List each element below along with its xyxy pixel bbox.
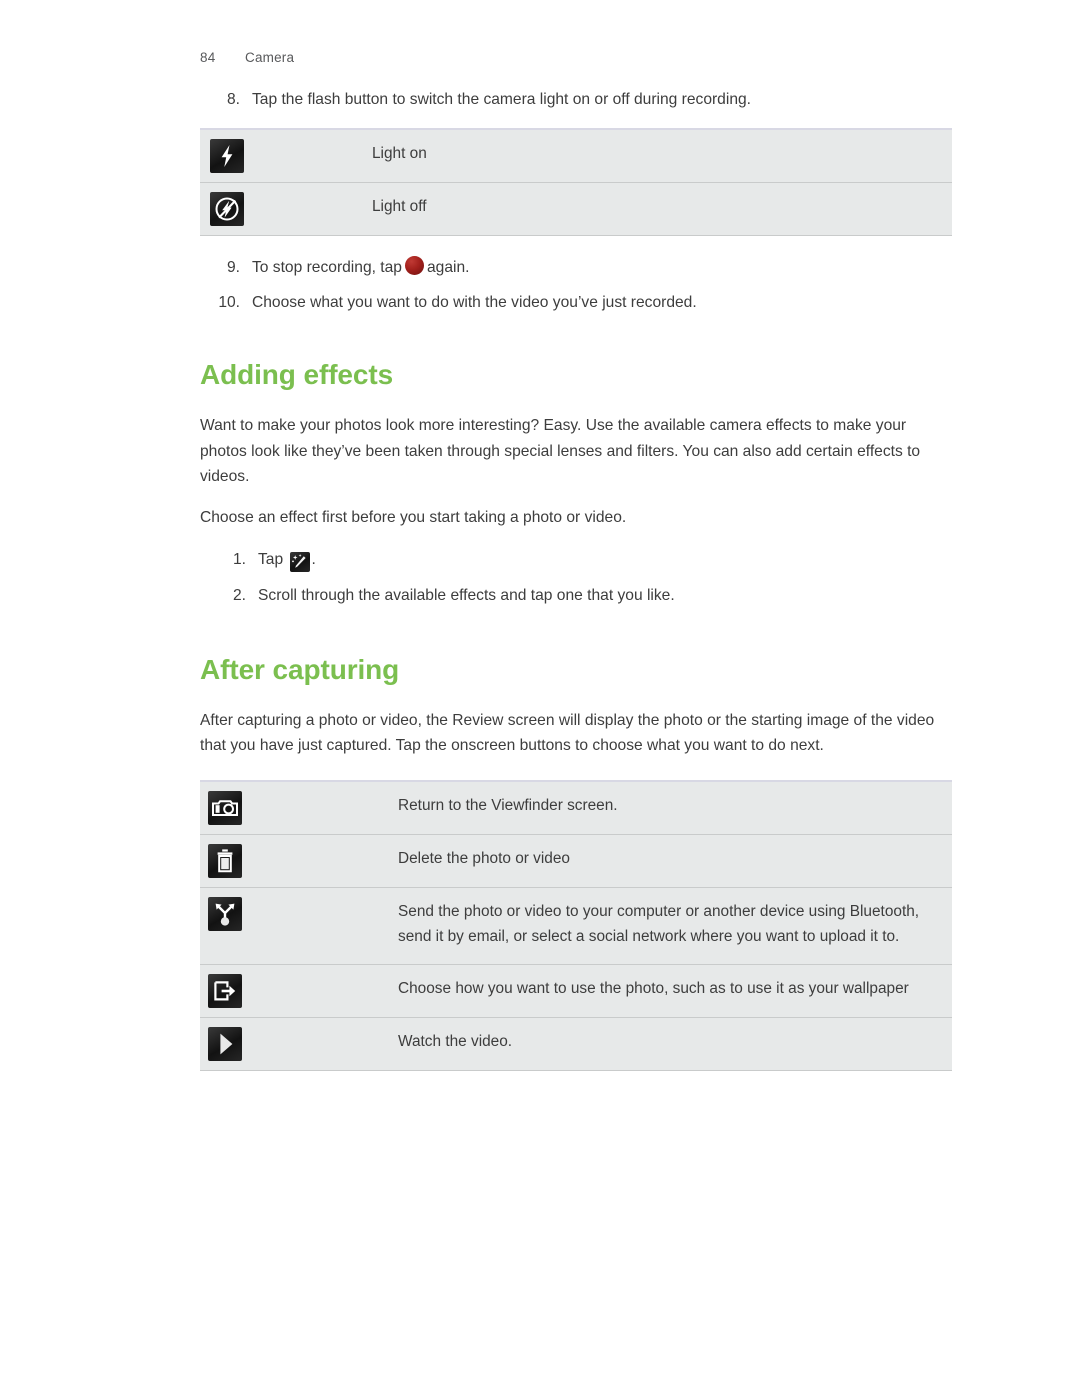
after-capturing-table: Return to the Viewfinder screen. Delete …: [200, 780, 952, 1071]
step-number: 9.: [226, 259, 240, 277]
step-number: 10.: [218, 294, 240, 312]
table-cell-icon: [200, 782, 398, 834]
flash-options-table: Light on Light off: [200, 128, 952, 237]
page-number: 84: [200, 50, 216, 65]
table-row: Return to the Viewfinder screen.: [200, 782, 952, 834]
section-heading-after-capturing: After capturing: [200, 653, 400, 685]
table-cell-icon: [200, 835, 398, 887]
list-item: 2. Scroll through the available effects …: [200, 584, 960, 608]
table-cell-text: Light on: [372, 145, 427, 163]
flash-on-icon: [210, 139, 244, 174]
step-number: 8.: [226, 91, 240, 108]
magic-wand-icon: [289, 552, 310, 573]
step-text-after: again.: [426, 259, 470, 277]
use-as-icon: [208, 973, 242, 1008]
step-text-before: To stop recording, tap: [252, 259, 402, 277]
table-row: Light off: [200, 182, 952, 235]
table-cell-icon: [200, 1018, 398, 1070]
trash-icon: [208, 844, 242, 879]
camera-icon: [208, 791, 242, 826]
step-text-after: .: [311, 551, 316, 569]
step-number: 2.: [232, 586, 246, 604]
step-number: 1.: [232, 551, 246, 569]
table-row: Watch the video.: [200, 1016, 952, 1070]
table-cell-icon: [200, 130, 372, 182]
play-icon: [208, 1026, 242, 1061]
paragraph: Want to make your photos look more inter…: [200, 417, 921, 485]
list-item: 9. To stop recording, tap again.: [200, 256, 960, 280]
paragraph: Choose an effect first before you start …: [200, 509, 627, 527]
section-heading-adding-effects: Adding effects: [200, 359, 394, 391]
steps-list-effects: 1. Tap . 2. Scroll through the available…: [200, 548, 960, 607]
steps-list-after-flash: 9. To stop recording, tap again. 10. Choo…: [200, 256, 960, 315]
flash-off-icon: [210, 192, 244, 227]
step-text-before: Tap: [258, 551, 284, 569]
table-cell-icon: [200, 888, 398, 940]
record-stop-dot: [404, 256, 424, 276]
table-cell-text: Delete the photo or video: [398, 850, 570, 868]
table-row: Send the photo or video to your computer…: [200, 887, 952, 963]
step-text: Scroll through the available effects and…: [258, 586, 675, 604]
list-item: 10. Choose what you want to do with the …: [200, 291, 960, 315]
table-cell-text: Choose how you want to use the photo, su…: [398, 979, 909, 997]
chapter-name: Camera: [245, 50, 295, 65]
step-text: Choose what you want to do with the vide…: [252, 294, 697, 312]
list-item: 1. Tap .: [200, 548, 960, 573]
page-content: 8. Tap the flash button to switch the ca…: [200, 88, 960, 1071]
document-page: 84 Camera 8. Tap the flash button to swi…: [0, 0, 1080, 1397]
step-text: Tap the flash button to switch the camer…: [252, 91, 751, 108]
list-item: 8. Tap the flash button to switch the ca…: [200, 88, 960, 112]
steps-list-top: 8. Tap the flash button to switch the ca…: [200, 88, 960, 112]
share-icon: [208, 897, 242, 932]
table-cell-text: Watch the video.: [398, 1032, 513, 1050]
table-cell-icon: [200, 965, 398, 1017]
table-cell-text: Send the photo or video to your computer…: [398, 903, 920, 945]
page-header: 84 Camera: [200, 50, 294, 65]
table-cell-icon: [200, 183, 372, 235]
table-row: Delete the photo or video: [200, 834, 952, 887]
table-cell-text: Return to the Viewfinder screen.: [398, 797, 618, 815]
table-row: Light on: [200, 130, 952, 182]
table-row: Choose how you want to use the photo, su…: [200, 963, 952, 1017]
paragraph: After capturing a photo or video, the Re…: [200, 711, 935, 755]
table-cell-text: Light off: [372, 198, 427, 216]
